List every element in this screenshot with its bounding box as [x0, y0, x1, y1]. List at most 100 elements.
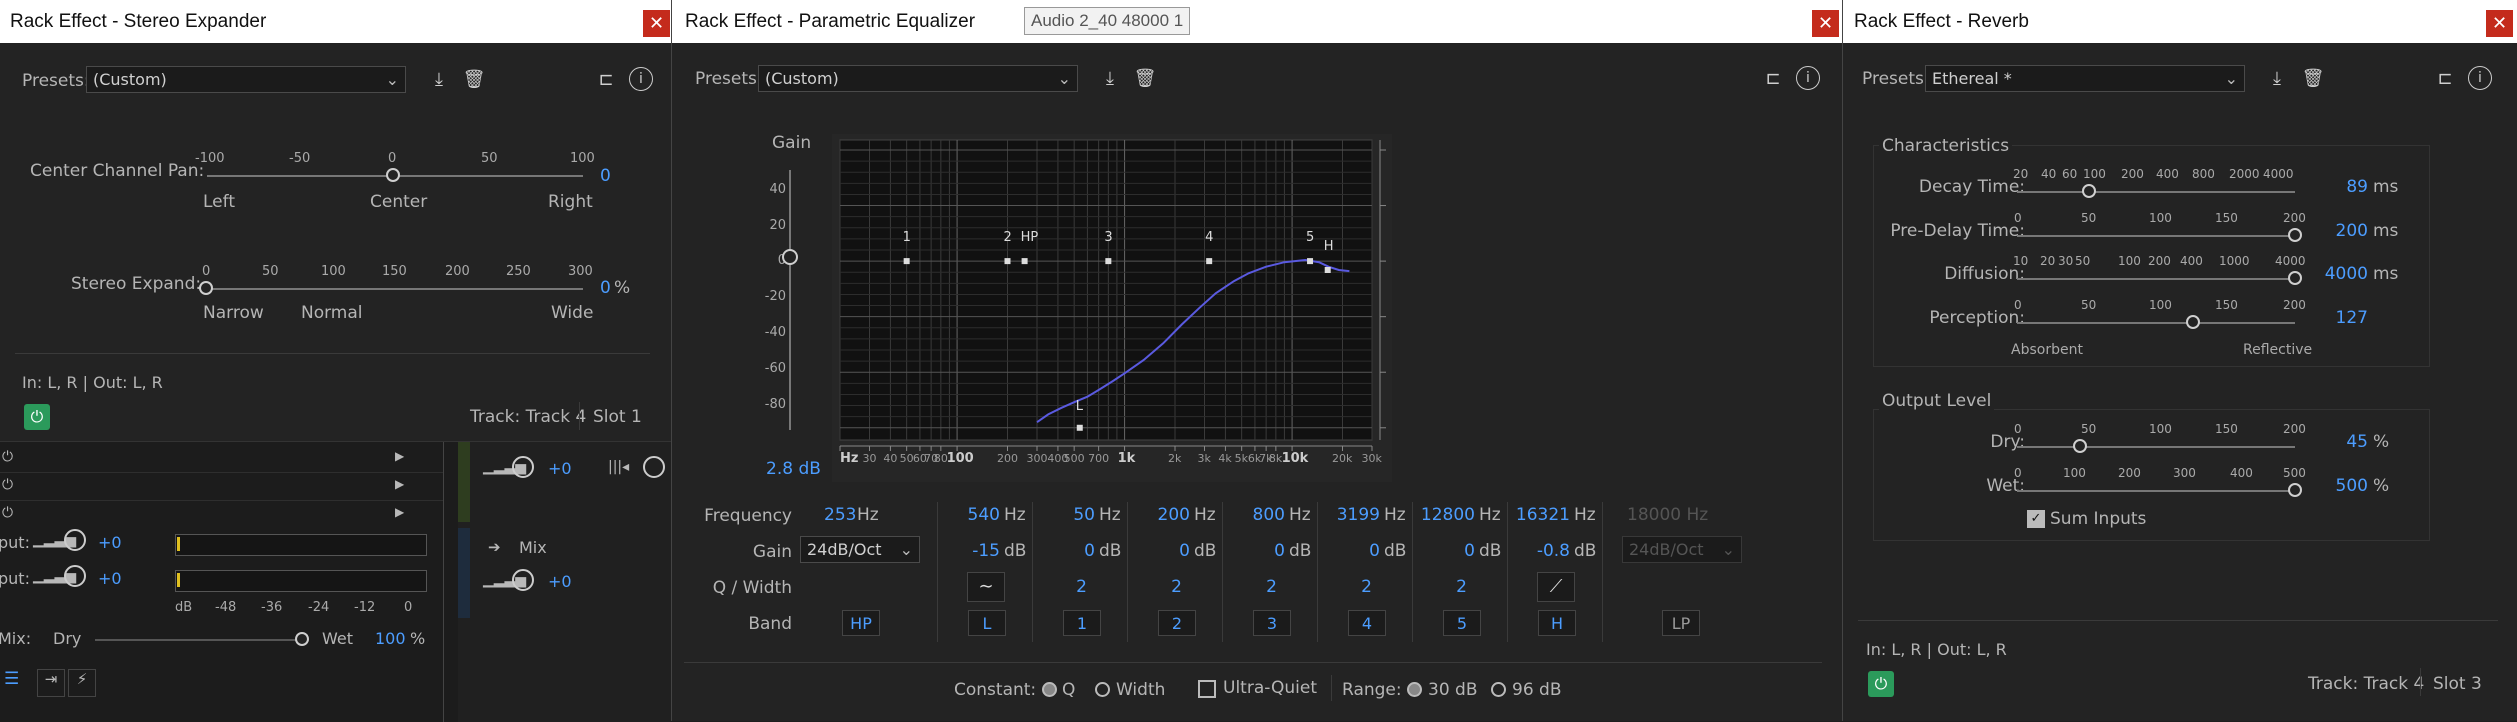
chevron-right-icon[interactable]: ▶ — [395, 449, 404, 463]
band-handle[interactable] — [1206, 258, 1213, 265]
dry-slider-track[interactable] — [2017, 446, 2295, 448]
wet-value[interactable]: 500 — [2318, 476, 2368, 496]
dry-slider-knob[interactable] — [2073, 439, 2087, 453]
rack-slot-row[interactable]: ⏻ ▶ — [0, 476, 444, 501]
band-button[interactable]: 4 — [1348, 610, 1386, 636]
band-gain[interactable]: 0 — [1037, 541, 1095, 561]
band-gain[interactable]: -0.8 — [1512, 541, 1570, 561]
lp-slope-dropdown[interactable]: 24dB/Oct ⌄ — [1622, 536, 1742, 563]
ultra-quiet-checkbox[interactable] — [1198, 680, 1216, 698]
save-preset-icon[interactable]: ⤓ — [2264, 66, 2290, 92]
fx-routing-icon[interactable]: ⇥ — [37, 669, 65, 697]
band-handle[interactable] — [903, 258, 910, 265]
wet-slider-track[interactable] — [2017, 490, 2295, 492]
mix-slider-knob[interactable] — [295, 632, 309, 646]
perception-slider-knob[interactable] — [2186, 315, 2200, 329]
input-gain-value[interactable]: +0 — [98, 533, 122, 552]
gain-slider-track[interactable] — [789, 170, 791, 430]
chevron-right-icon[interactable]: ▶ — [395, 477, 404, 491]
delete-preset-icon[interactable]: 🗑 — [1132, 66, 1158, 92]
output-gain-value[interactable]: +0 — [98, 569, 122, 588]
band-frequency[interactable]: 50 — [1037, 505, 1095, 525]
band-q[interactable]: 2 — [1132, 577, 1182, 597]
power-icon[interactable]: ⏻ — [2, 477, 13, 493]
band-button[interactable]: 3 — [1253, 610, 1291, 636]
ccp-value[interactable]: 0 — [600, 166, 611, 186]
presets-dropdown[interactable]: Ethereal * ⌄ — [1925, 65, 2245, 92]
presets-dropdown[interactable]: (Custom) ⌄ — [758, 65, 1078, 92]
eq-graph[interactable]: dB1050-5-10-15Hz304050607080100200300400… — [832, 134, 1392, 482]
ccp-slider-knob[interactable] — [386, 168, 400, 182]
info-icon[interactable]: i — [629, 67, 653, 91]
mix-value[interactable]: 100 — [375, 629, 406, 648]
pan-knob-icon[interactable] — [643, 456, 665, 478]
high-shelf-shape-icon[interactable]: ⟋ — [1537, 572, 1575, 602]
rack-slot-row[interactable]: ⏻ ▶ — [0, 448, 444, 473]
band-button[interactable]: 5 — [1443, 610, 1481, 636]
band-gain[interactable]: 0 — [1322, 541, 1380, 561]
band-button[interactable]: 1 — [1063, 610, 1101, 636]
volume-knob-icon[interactable] — [512, 456, 534, 478]
constant-width-radio[interactable] — [1095, 682, 1110, 697]
band-frequency[interactable]: 16321 — [1512, 505, 1570, 525]
band-handle[interactable] — [1324, 267, 1331, 273]
decay-slider-track[interactable] — [2017, 191, 2295, 193]
se-slider-track[interactable] — [207, 288, 583, 290]
band-gain[interactable]: 0 — [1132, 541, 1190, 561]
gain-slider-knob[interactable] — [782, 249, 798, 265]
band-handle[interactable] — [1105, 258, 1112, 265]
band-frequency[interactable]: 200 — [1132, 505, 1190, 525]
low-shelf-shape-icon[interactable]: ∼ — [967, 572, 1005, 602]
gain-knob-icon[interactable] — [64, 529, 86, 551]
info-icon[interactable]: i — [1796, 66, 1820, 90]
perception-slider-track[interactable] — [2017, 322, 2295, 324]
band-gain[interactable]: 0 — [1227, 541, 1285, 561]
hp-slope-dropdown[interactable]: 24dB/Oct ⌄ — [800, 536, 920, 563]
channel-volume-value[interactable]: +0 — [548, 459, 572, 478]
band-handle[interactable] — [1021, 258, 1028, 265]
volume-knob-icon[interactable] — [512, 569, 534, 591]
gain-value[interactable]: 2.8 dB — [766, 459, 821, 479]
power-icon[interactable]: ⏻ — [2, 505, 13, 521]
band-gain[interactable]: -15 — [942, 541, 1000, 561]
hp-frequency[interactable]: 253 — [824, 505, 856, 525]
band-gain[interactable]: 0 — [1417, 541, 1475, 561]
band-q[interactable]: 2 — [1037, 577, 1087, 597]
lightning-icon[interactable]: ⚡ — [68, 669, 96, 697]
save-preset-icon[interactable]: ⤓ — [426, 67, 452, 93]
gain-knob-icon[interactable] — [64, 565, 86, 587]
info-icon[interactable]: i — [2468, 66, 2492, 90]
se-slider-knob[interactable] — [199, 281, 213, 295]
decay-value[interactable]: 89 — [2318, 177, 2368, 197]
band-button[interactable]: 2 — [1158, 610, 1196, 636]
band-button[interactable]: L — [968, 610, 1006, 636]
close-button[interactable]: ✕ — [643, 10, 670, 37]
predelay-slider-track[interactable] — [2017, 235, 2295, 237]
band-frequency[interactable]: 800 — [1227, 505, 1285, 525]
dry-value[interactable]: 45 — [2318, 432, 2368, 452]
diffusion-slider-knob[interactable] — [2288, 271, 2302, 285]
send-volume-value[interactable]: +0 — [548, 572, 572, 591]
routing-icon[interactable]: ⊏ — [2432, 66, 2458, 92]
band-frequency[interactable]: 12800 — [1417, 505, 1475, 525]
band-handle[interactable] — [1004, 258, 1011, 265]
predelay-slider-knob[interactable] — [2288, 228, 2302, 242]
band-q[interactable]: 2 — [1227, 577, 1277, 597]
routing-icon[interactable]: ⊏ — [593, 67, 619, 93]
constant-q-radio[interactable] — [1042, 682, 1057, 697]
close-button[interactable]: ✕ — [1812, 10, 1839, 37]
sum-inputs-checkbox[interactable]: ✓ — [2027, 510, 2045, 528]
band-handle[interactable] — [1076, 424, 1083, 431]
power-icon[interactable]: ⏻ — [2, 449, 13, 465]
power-button[interactable]: ⏻ — [24, 404, 50, 430]
mix-slider-track[interactable] — [95, 639, 301, 641]
diffusion-value[interactable]: 4000 — [2318, 264, 2368, 284]
delete-preset-icon[interactable]: 🗑 — [2300, 66, 2326, 92]
range-96-radio[interactable] — [1491, 682, 1506, 697]
perception-value[interactable]: 127 — [2318, 308, 2368, 328]
delete-preset-icon[interactable]: 🗑 — [461, 67, 487, 93]
range-30-radio[interactable] — [1407, 682, 1422, 697]
routing-icon[interactable]: ⊏ — [1760, 66, 1786, 92]
decay-slider-knob[interactable] — [2082, 184, 2096, 198]
diffusion-slider-track[interactable] — [2017, 278, 2295, 280]
